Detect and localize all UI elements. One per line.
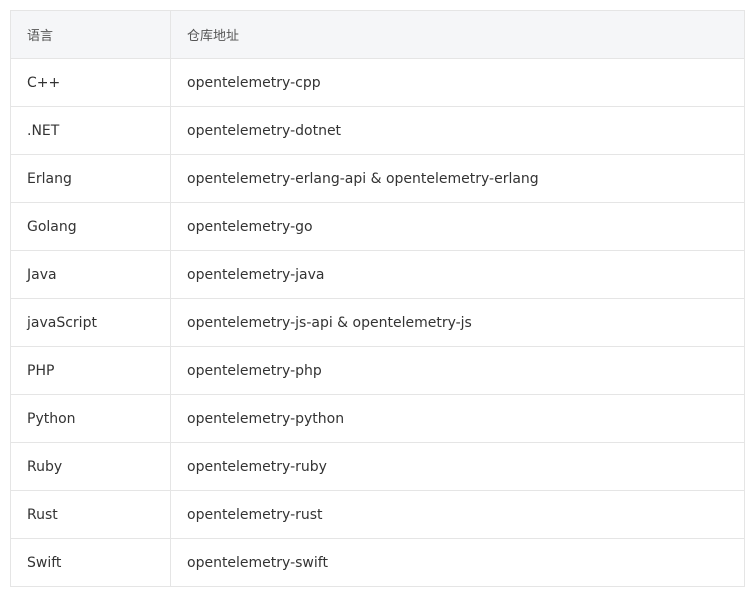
language-repo-table-container: 语言 仓库地址 C++ opentelemetry-cpp .NET opent… [10,10,745,587]
table-row: .NET opentelemetry-dotnet [10,106,745,155]
table-row: Rust opentelemetry-rust [10,490,745,539]
language-cell: javaScript [10,298,171,347]
table-row: Swift opentelemetry-swift [10,538,745,587]
table-header: 语言 仓库地址 [10,10,745,59]
table-row: Java opentelemetry-java [10,250,745,299]
language-cell: PHP [10,346,171,395]
language-cell: C++ [10,58,171,107]
repo-cell: opentelemetry-java [170,250,745,299]
language-cell: Rust [10,490,171,539]
table-row: PHP opentelemetry-php [10,346,745,395]
repo-cell: opentelemetry-erlang-api & opentelemetry… [170,154,745,203]
language-cell: Java [10,250,171,299]
header-repo-url: 仓库地址 [170,10,745,59]
language-cell: Ruby [10,442,171,491]
language-cell: Erlang [10,154,171,203]
repo-cell: opentelemetry-ruby [170,442,745,491]
repo-cell: opentelemetry-rust [170,490,745,539]
table-body: C++ opentelemetry-cpp .NET opentelemetry… [10,58,745,587]
repo-cell: opentelemetry-php [170,346,745,395]
language-cell: Golang [10,202,171,251]
language-cell: .NET [10,106,171,155]
table-row: Python opentelemetry-python [10,394,745,443]
repo-cell: opentelemetry-python [170,394,745,443]
repo-cell: opentelemetry-cpp [170,58,745,107]
repo-cell: opentelemetry-swift [170,538,745,587]
table-row: C++ opentelemetry-cpp [10,58,745,107]
table-row: Golang opentelemetry-go [10,202,745,251]
table-row: javaScript opentelemetry-js-api & opente… [10,298,745,347]
language-cell: Python [10,394,171,443]
table-row: Erlang opentelemetry-erlang-api & opente… [10,154,745,203]
language-repo-table: 语言 仓库地址 C++ opentelemetry-cpp .NET opent… [10,10,745,587]
repo-cell: opentelemetry-go [170,202,745,251]
header-language: 语言 [10,10,171,59]
repo-cell: opentelemetry-dotnet [170,106,745,155]
language-cell: Swift [10,538,171,587]
table-row: Ruby opentelemetry-ruby [10,442,745,491]
repo-cell: opentelemetry-js-api & opentelemetry-js [170,298,745,347]
header-row: 语言 仓库地址 [10,10,745,59]
